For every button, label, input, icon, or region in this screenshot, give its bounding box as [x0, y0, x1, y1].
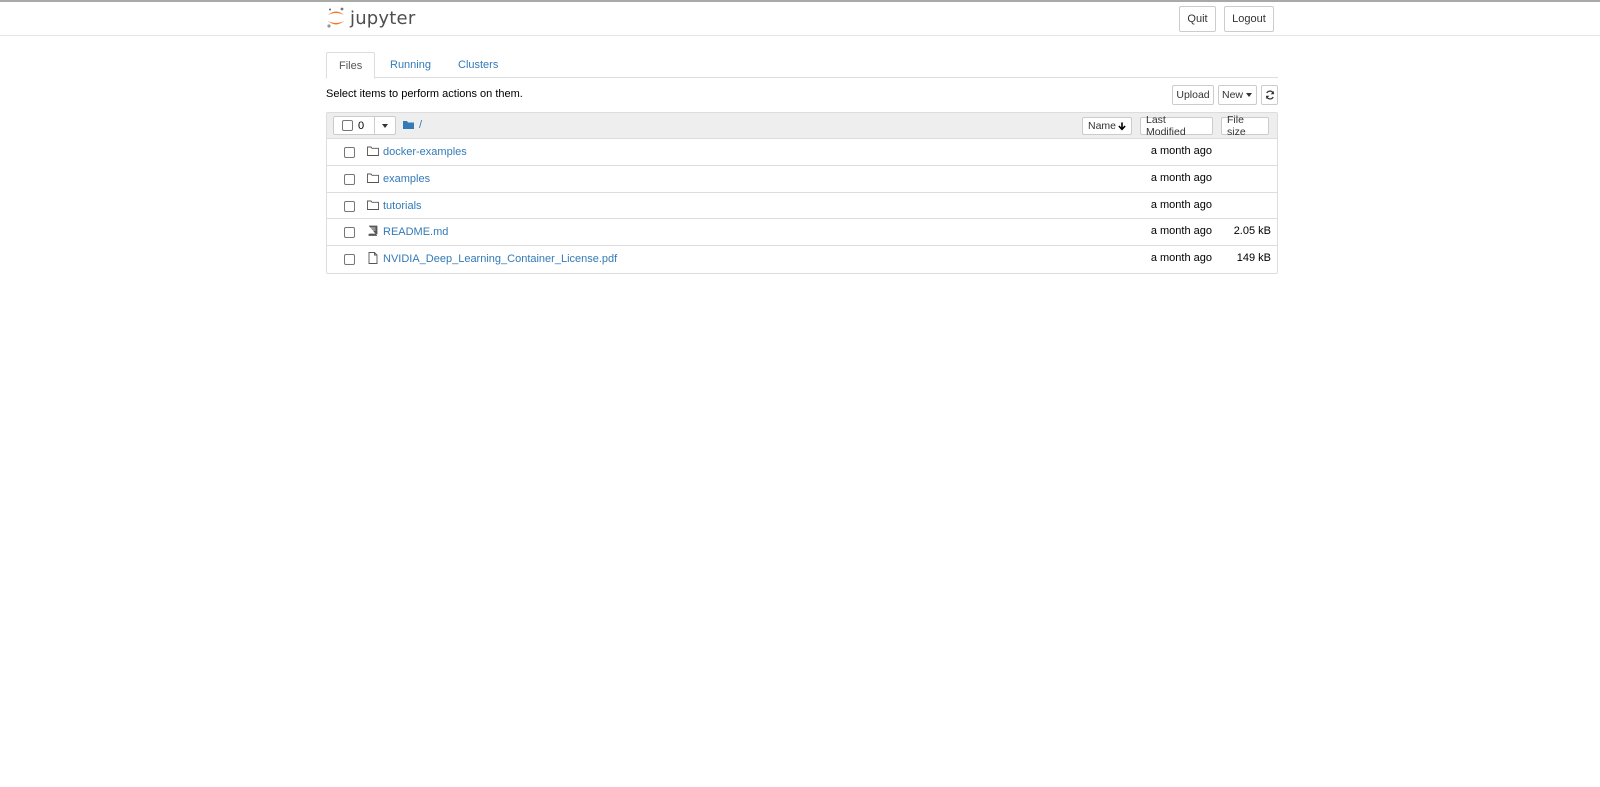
- refresh-button[interactable]: [1261, 85, 1278, 105]
- file-name-link[interactable]: tutorials: [383, 200, 422, 212]
- file-name-link[interactable]: examples: [383, 173, 430, 185]
- file-modified: a month ago: [1150, 252, 1212, 265]
- file-row[interactable]: NVIDIA_Deep_Learning_Container_License.p…: [327, 246, 1277, 273]
- upload-button[interactable]: Upload: [1172, 85, 1214, 105]
- file-size: 2.05 kB: [1233, 225, 1271, 238]
- row-checkbox[interactable]: [344, 254, 355, 266]
- breadcrumb: /: [403, 119, 422, 131]
- caret-down-icon: [382, 123, 388, 128]
- sort-name-label: Name: [1088, 120, 1117, 132]
- new-dropdown-button[interactable]: New: [1218, 85, 1257, 105]
- tab-clusters[interactable]: Clusters: [446, 52, 510, 78]
- caret-down-icon: [1246, 93, 1252, 97]
- tab-running[interactable]: Running: [378, 52, 443, 78]
- file-icon: [368, 252, 378, 265]
- file-name-link[interactable]: docker-examples: [383, 146, 467, 158]
- file-modified: a month ago: [1150, 171, 1212, 184]
- logout-button[interactable]: Logout: [1224, 6, 1274, 32]
- file-name-link[interactable]: README.md: [383, 226, 448, 238]
- folder-open-icon[interactable]: [403, 120, 415, 130]
- file-name-link[interactable]: NVIDIA_Deep_Learning_Container_License.p…: [383, 253, 617, 265]
- breadcrumb-root[interactable]: /: [419, 119, 422, 131]
- file-row[interactable]: examples a month ago: [327, 166, 1277, 193]
- new-button-label: New: [1221, 89, 1243, 101]
- file-list-header: 0 / Name Last Modified File size: [327, 113, 1277, 139]
- folder-icon: [367, 200, 379, 210]
- top-header: jupyter Quit Logout: [0, 2, 1600, 36]
- quit-button[interactable]: Quit: [1179, 6, 1216, 32]
- sort-by-modified-button[interactable]: Last Modified: [1140, 114, 1213, 138]
- sort-by-size-button[interactable]: File size: [1221, 114, 1269, 138]
- row-checkbox[interactable]: [344, 173, 355, 185]
- row-checkbox[interactable]: [344, 200, 355, 212]
- jupyter-logo[interactable]: jupyter: [326, 6, 415, 30]
- selection-info-text: Select items to perform actions on them.: [326, 88, 523, 100]
- selected-count: 0: [358, 119, 365, 132]
- tab-bar: Files Running Clusters: [326, 52, 1278, 79]
- file-modified: a month ago: [1150, 145, 1212, 157]
- logo-text: jupyter: [350, 7, 416, 29]
- select-all-control[interactable]: 0: [333, 116, 375, 135]
- file-modified: a month ago: [1150, 198, 1212, 211]
- jupyter-logo-icon: [327, 7, 344, 28]
- tab-files[interactable]: Files: [326, 52, 376, 79]
- refresh-icon: [1265, 90, 1274, 100]
- file-modified: a month ago: [1150, 225, 1212, 238]
- file-row[interactable]: tutorials a month ago: [327, 193, 1277, 220]
- arrow-down-icon: [1118, 122, 1126, 131]
- folder-icon: [367, 146, 379, 156]
- sort-by-name-button[interactable]: Name: [1082, 117, 1132, 135]
- file-row[interactable]: README.md a month ago 2.05 kB: [327, 219, 1277, 247]
- row-checkbox[interactable]: [344, 227, 355, 239]
- row-checkbox[interactable]: [344, 147, 355, 158]
- select-menu-button[interactable]: [375, 116, 396, 135]
- select-all-checkbox[interactable]: [342, 120, 353, 131]
- file-list: 0 / Name Last Modified File size docker-…: [326, 112, 1278, 274]
- file-size: 149 kB: [1236, 252, 1271, 265]
- file-row[interactable]: docker-examples a month ago: [327, 139, 1277, 166]
- folder-icon: [367, 173, 379, 183]
- book-icon: [368, 225, 378, 237]
- select-all-group: 0: [333, 116, 396, 135]
